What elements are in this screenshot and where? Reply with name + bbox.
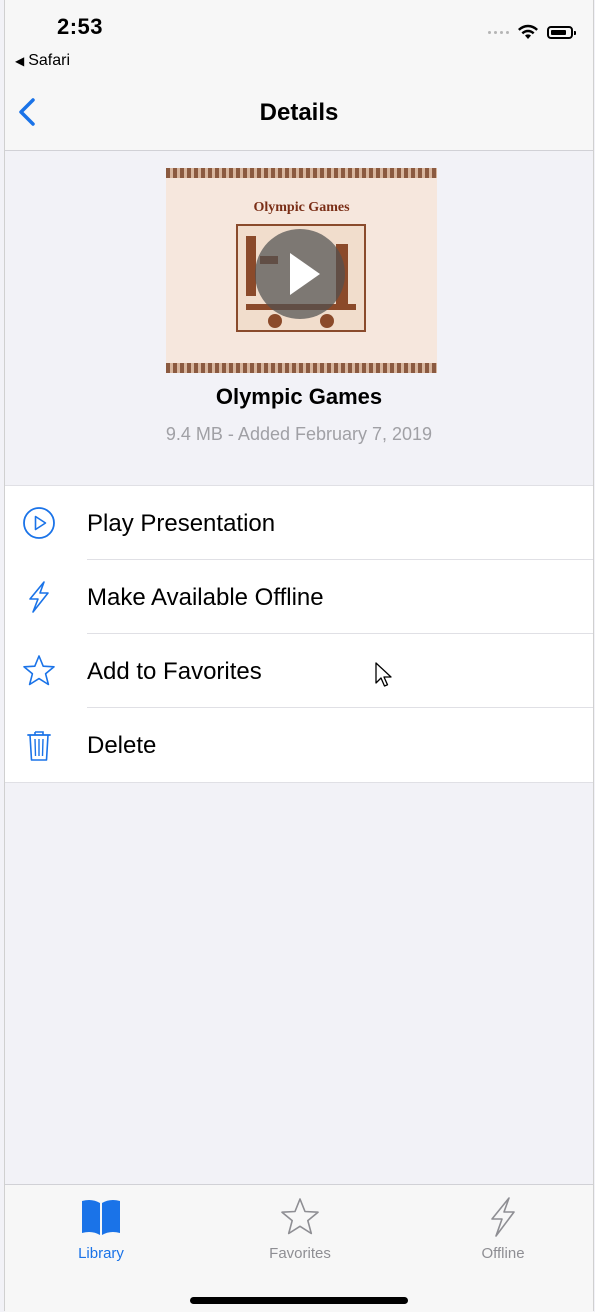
signal-dots-icon — [488, 30, 509, 34]
wifi-icon — [518, 24, 538, 39]
status-time: 2:53 — [57, 14, 104, 39]
decorative-border — [166, 363, 437, 373]
tab-label: Offline — [481, 1245, 525, 1262]
action-label: Make Available Offline — [87, 584, 324, 611]
slide-title: Olympic Games — [253, 200, 350, 215]
home-indicator[interactable] — [190, 1297, 408, 1304]
back-triangle-icon: ◀ — [15, 54, 25, 68]
lightning-icon — [491, 1197, 515, 1237]
action-label: Add to Favorites — [87, 658, 262, 685]
make-available-offline-action[interactable]: Make Available Offline — [5, 560, 593, 634]
tab-favorites[interactable]: Favorites — [240, 1195, 360, 1262]
play-button-overlay-icon[interactable] — [255, 229, 345, 319]
star-icon — [23, 655, 55, 686]
add-to-favorites-action[interactable]: Add to Favorites — [5, 634, 593, 708]
tab-library[interactable]: Library — [41, 1195, 161, 1262]
delete-action[interactable]: Delete — [5, 708, 593, 782]
play-circle-icon — [23, 507, 55, 539]
actions-list: Play Presentation Make Available Offline… — [5, 485, 593, 783]
lightning-icon — [29, 581, 49, 613]
decorative-border — [166, 168, 437, 178]
page-title: Details — [259, 99, 339, 126]
star-icon — [281, 1198, 319, 1235]
tab-bar: Library Favorites Offline — [5, 1184, 593, 1312]
presentation-title: Olympic Games — [215, 384, 383, 409]
tab-label: Favorites — [269, 1245, 331, 1262]
back-app-label: Safari — [28, 52, 71, 69]
presentation-meta: 9.4 MB - Added February 7, 2019 — [165, 424, 433, 444]
mouse-pointer-icon — [375, 662, 392, 687]
status-indicators — [488, 24, 576, 40]
back-to-app-link[interactable]: ◀ Safari — [15, 52, 70, 70]
book-icon — [82, 1199, 120, 1235]
battery-icon — [547, 25, 576, 39]
navigation-bar: Details — [5, 80, 593, 151]
action-label: Play Presentation — [87, 510, 276, 537]
action-label: Delete — [87, 732, 157, 759]
tab-label: Library — [78, 1245, 124, 1262]
tab-offline[interactable]: Offline — [443, 1195, 563, 1262]
play-presentation-action[interactable]: Play Presentation — [5, 486, 593, 560]
trash-icon — [27, 731, 51, 761]
status-bar: 2:53 ◀ Safari — [5, 0, 593, 80]
app-window: 2:53 ◀ Safari Details Olympic Games Olym… — [4, 0, 594, 1312]
presentation-thumbnail[interactable]: Olympic Games — [166, 168, 437, 373]
